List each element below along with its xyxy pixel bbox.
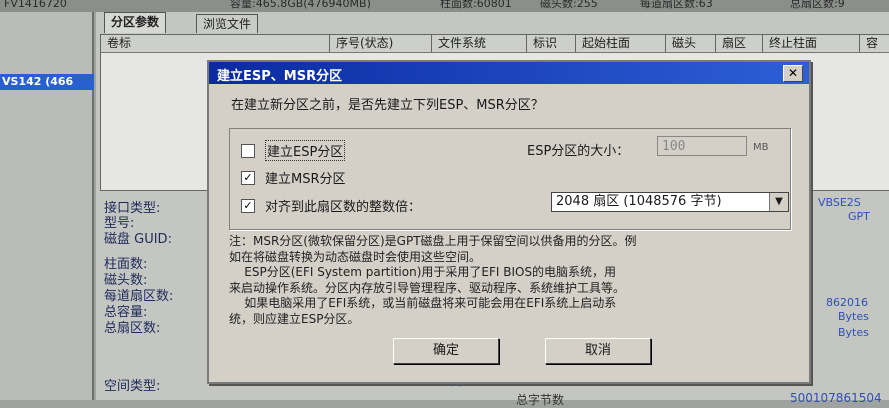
dialog-prompt: 在建立新分区之前，是否先建立下列ESP、MSR分区？ [231, 98, 544, 113]
column-header[interactable]: 磁头 [666, 35, 716, 52]
partition-style-value: GPT [848, 210, 870, 223]
bytes-unit: Bytes [838, 310, 869, 323]
column-header[interactable]: 标识 [527, 35, 576, 52]
align-checkbox[interactable]: ✓ [241, 198, 255, 213]
note-line: 注：MSR分区(微软保留分区)是GPT磁盘上用于保留空间以供备用的分区。例 [229, 234, 637, 248]
esp-checkbox[interactable] [241, 143, 255, 158]
disk-tree-panel: VS142 (466 [0, 12, 94, 400]
note-line: 如果电脑采用了EFI系统，或当前磁盘将来可能会用在EFI系统上启动系 [229, 296, 617, 310]
create-esp-msr-dialog: 建立ESP、MSR分区 ✕ 在建立新分区之前，是否先建立下列ESP、MSR分区？… [207, 60, 811, 384]
bytes-unit: Bytes [838, 326, 869, 339]
align-checkbox-label: 对齐到此扇区数的整数倍： [265, 200, 422, 215]
disk-tree-item[interactable]: VS142 (466 [0, 74, 94, 90]
close-icon: ✕ [787, 66, 799, 80]
summary-text: 磁头数:255 [540, 0, 598, 10]
msr-checkbox-label: 建立MSR分区 [265, 172, 346, 187]
align-checkbox-row[interactable]: ✓ 对齐到此扇区数的整数倍： [241, 196, 421, 215]
disk-summary-bar: FV1416720 容量:465.8GB(476940MB) 柱面数:60801… [0, 0, 889, 12]
interface-value: VBSE2S [818, 196, 861, 209]
summary-text: 每道扇区数:63 [640, 0, 713, 10]
note-line: 如在将磁盘转换为动态磁盘时会使用这些空间。 [229, 249, 482, 264]
info-label: 总扇区数: [104, 321, 161, 336]
summary-text: 柱面数:60801 [440, 0, 512, 10]
column-header[interactable]: 扇区 [716, 35, 763, 52]
capacity-value: 862016 [826, 296, 868, 309]
dialog-title-bar[interactable]: 建立ESP、MSR分区 ✕ [209, 62, 809, 84]
note-line: 统，则应建立ESP分区。 [229, 311, 360, 326]
column-header[interactable]: 终止柱面 [763, 35, 860, 52]
column-header[interactable]: 起始柱面 [576, 35, 666, 52]
note-line: ESP分区(EFI System partition)用于采用了EFI BIOS… [229, 265, 617, 279]
esp-size-unit: MB [753, 142, 769, 153]
align-sector-select[interactable]: 2048 扇区 (1048576 字节) ▼ [551, 192, 789, 212]
ok-button[interactable]: 确定 [393, 338, 499, 364]
esp-size-label: ESP分区的大小： [527, 144, 630, 159]
tab-partition-params[interactable]: 分区参数 [104, 12, 167, 33]
align-sector-value: 2048 扇区 (1048576 字节) [556, 194, 722, 209]
total-bytes-value: 500107861504 [790, 391, 882, 405]
info-label: 空间类型: [104, 379, 161, 394]
column-header[interactable]: 容 [860, 35, 889, 52]
chevron-down-icon[interactable]: ▼ [769, 193, 788, 211]
info-label: 磁盘 GUID: [104, 232, 172, 247]
esp-size-input[interactable] [657, 136, 747, 156]
note-text: 注：MSR分区(微软保留分区)是GPT磁盘上用于保留空间以供备用的分区。例 如在… [229, 234, 799, 327]
column-header[interactable]: 文件系统 [432, 35, 527, 52]
column-header[interactable]: 序号(状态) [330, 35, 432, 52]
msr-checkbox-row[interactable]: ✓ 建立MSR分区 [241, 168, 346, 187]
close-button[interactable]: ✕ [783, 65, 803, 82]
esp-checkbox-label: 建立ESP分区 [265, 140, 346, 161]
cancel-button[interactable]: 取消 [545, 338, 651, 364]
column-header[interactable]: 卷标 [101, 35, 330, 52]
tab-browse-files[interactable]: 浏览文件 [196, 14, 259, 33]
summary-text: 总扇区数:9 [790, 0, 845, 10]
msr-checkbox[interactable]: ✓ [241, 170, 255, 185]
table-header: 卷标 序号(状态) 文件系统 标识 起始柱面 磁头 扇区 终止柱面 容 [101, 35, 889, 53]
summary-text: FV1416720 [4, 0, 67, 10]
dialog-title: 建立ESP、MSR分区 [217, 69, 343, 84]
summary-text: 容量:465.8GB(476940MB) [230, 0, 371, 10]
esp-checkbox-row[interactable]: 建立ESP分区 [241, 140, 346, 161]
note-line: 来启动操作系统。分区内存放引导管理程序、驱动程序、系统维护工具等。 [229, 280, 626, 295]
